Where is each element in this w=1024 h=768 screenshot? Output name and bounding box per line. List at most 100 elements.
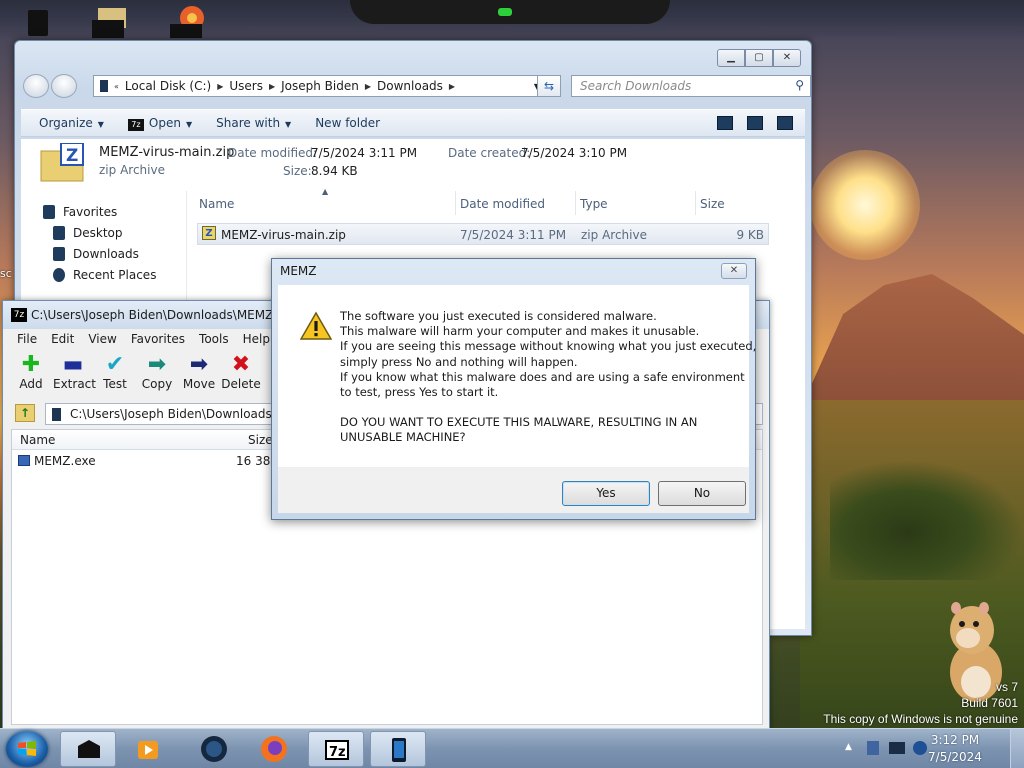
delete-icon: ✖ — [231, 352, 251, 377]
show-hidden-icons-icon[interactable]: ▲ — [845, 742, 852, 752]
column-divider[interactable] — [695, 191, 696, 215]
watermark-line-2: Build 7601 — [961, 696, 1018, 710]
back-button[interactable] — [23, 74, 49, 98]
help-icon[interactable] — [777, 116, 793, 130]
menu-tools[interactable]: Tools — [199, 332, 229, 346]
list-item[interactable]: MEMZ.exe 16 384 — [18, 454, 278, 468]
chevron-right-icon[interactable]: ▶ — [269, 82, 275, 91]
new-folder-button[interactable]: New folder — [315, 116, 380, 130]
folder-desktop-icon[interactable] — [92, 6, 128, 38]
minimize-button[interactable]: ▁ — [717, 49, 745, 67]
menu-edit[interactable]: Edit — [51, 332, 74, 346]
column-divider[interactable] — [455, 191, 456, 215]
column-date-modified[interactable]: Date modified — [460, 197, 545, 211]
breadcrumb-joseph-biden[interactable]: Joseph Biden — [281, 79, 359, 93]
sidebar-item-favorites[interactable]: Favorites — [43, 205, 117, 219]
7zip-window-title: C:\Users\Joseph Biden\Downloads\MEMZ-vir — [31, 308, 293, 322]
maximize-button[interactable]: ▢ — [745, 49, 773, 67]
add-button[interactable]: ✚ Add — [11, 353, 51, 392]
details-date-modified-label: Date modified: — [228, 146, 318, 160]
taskbar-item-app[interactable] — [60, 731, 116, 767]
search-icon[interactable]: ⚲ — [795, 78, 804, 92]
taskbar-item-firefox[interactable] — [246, 731, 302, 767]
wallpaper-trees — [830, 460, 1024, 580]
column-name[interactable]: Name — [20, 433, 55, 447]
move-button[interactable]: ➡ Move — [179, 352, 219, 392]
menu-help[interactable]: Help — [243, 332, 270, 346]
sidebar-item-label: Favorites — [63, 205, 118, 219]
no-button[interactable]: No — [658, 481, 746, 506]
chevron-right-icon[interactable]: ▶ — [217, 82, 223, 91]
file-type: zip Archive — [581, 228, 647, 242]
breadcrumb-users[interactable]: Users — [229, 79, 263, 93]
forward-button[interactable] — [51, 74, 77, 98]
tool-label: Move — [182, 377, 216, 391]
file-name: MEMZ-virus-main.zip — [221, 228, 346, 242]
file-list-header: Name ▲ Date modified Type Size — [197, 187, 777, 215]
drive-icon — [52, 408, 61, 421]
extract-button[interactable]: ▬ Extract — [53, 353, 96, 392]
wallpaper-sun — [810, 150, 920, 260]
search-input[interactable]: Search Downloads ⚲ — [571, 75, 811, 97]
menu-favorites[interactable]: Favorites — [131, 332, 185, 346]
column-name[interactable]: Name — [199, 197, 234, 211]
address-bar[interactable]: « Local Disk (C:) ▶ Users ▶ Joseph Biden ▶ … — [93, 75, 547, 97]
taskbar-item-7zip[interactable]: 7z — [308, 731, 364, 767]
view-options-icon[interactable] — [717, 116, 733, 130]
open-label: Open — [148, 115, 181, 130]
menu-file[interactable]: File — [17, 332, 37, 346]
chevron-right-icon[interactable]: ▶ — [449, 82, 455, 91]
details-file-type: zip Archive — [99, 163, 165, 177]
chevron-right-icon[interactable]: ▶ — [365, 82, 371, 91]
action-center-icon[interactable] — [867, 741, 879, 755]
taskbar: 7z ▲ 3:12 PM 7/5/2024 — [0, 728, 1024, 768]
refresh-button[interactable]: ⇆ — [537, 75, 561, 97]
move-icon: ➡ — [189, 352, 209, 377]
share-with-button[interactable]: Share with ▼ — [216, 116, 291, 130]
organize-button[interactable]: Organize ▼ — [39, 116, 104, 130]
show-desktop-button[interactable] — [1010, 729, 1024, 768]
column-type[interactable]: Type — [580, 197, 608, 211]
clock[interactable]: 3:12 PM 7/5/2024 — [918, 732, 992, 766]
test-icon: ✔ — [105, 352, 125, 377]
network-icon[interactable] — [889, 742, 905, 754]
recent-places-icon — [53, 268, 65, 282]
desktop-icon-label: sc — [0, 267, 12, 280]
sidebar-item-label: Downloads — [73, 247, 139, 261]
dialog-line: to test, press Yes to start it. — [340, 385, 499, 400]
file-row[interactable]: Z MEMZ-virus-main.zip 7/5/2024 3:11 PM z… — [197, 223, 769, 245]
column-size[interactable]: Size — [248, 433, 273, 447]
sidebar-item-recent-places[interactable]: Recent Places — [53, 268, 156, 282]
breadcrumb-downloads[interactable]: Downloads — [377, 79, 443, 93]
breadcrumb-local-disk[interactable]: Local Disk (C:) — [125, 79, 211, 93]
windows-logo-icon — [18, 741, 36, 756]
sort-arrow-icon: ▲ — [322, 187, 329, 196]
test-button[interactable]: ✔ Test — [95, 352, 135, 392]
column-size[interactable]: Size — [700, 197, 725, 211]
chevron-down-icon: ▼ — [185, 119, 193, 129]
details-date-modified: 7/5/2024 3:11 PM — [311, 146, 418, 160]
up-folder-icon[interactable]: ↑ — [15, 404, 35, 422]
watermark-line-1: vs 7 — [995, 680, 1018, 694]
open-button[interactable]: 7z Open ▼ — [127, 115, 193, 131]
column-divider[interactable] — [575, 191, 576, 215]
globe-icon — [201, 736, 227, 762]
media-desktop-icon[interactable] — [170, 6, 206, 38]
start-button[interactable] — [6, 731, 48, 767]
menu-view[interactable]: View — [88, 332, 116, 346]
dialog-close-button[interactable]: ✕ — [721, 263, 747, 279]
copy-button[interactable]: ➡ Copy — [137, 353, 177, 392]
sidebar-item-downloads[interactable]: Downloads — [53, 247, 139, 261]
warning-icon — [300, 311, 332, 340]
preview-pane-icon[interactable] — [747, 116, 763, 130]
sidebar-item-desktop[interactable]: Desktop — [53, 226, 123, 240]
recycle-bin-icon[interactable] — [20, 6, 56, 38]
close-button[interactable]: ✕ — [773, 49, 801, 67]
taskbar-item-device[interactable] — [370, 731, 426, 767]
delete-button[interactable]: ✖ Delete — [221, 352, 261, 392]
dialog-line: If you are seeing this message without k… — [340, 339, 757, 354]
address-overflow-icon[interactable]: « — [114, 82, 119, 91]
yes-button[interactable]: Yes — [562, 481, 650, 506]
taskbar-item-globe[interactable] — [186, 731, 242, 767]
taskbar-item-media-player[interactable] — [122, 731, 178, 767]
